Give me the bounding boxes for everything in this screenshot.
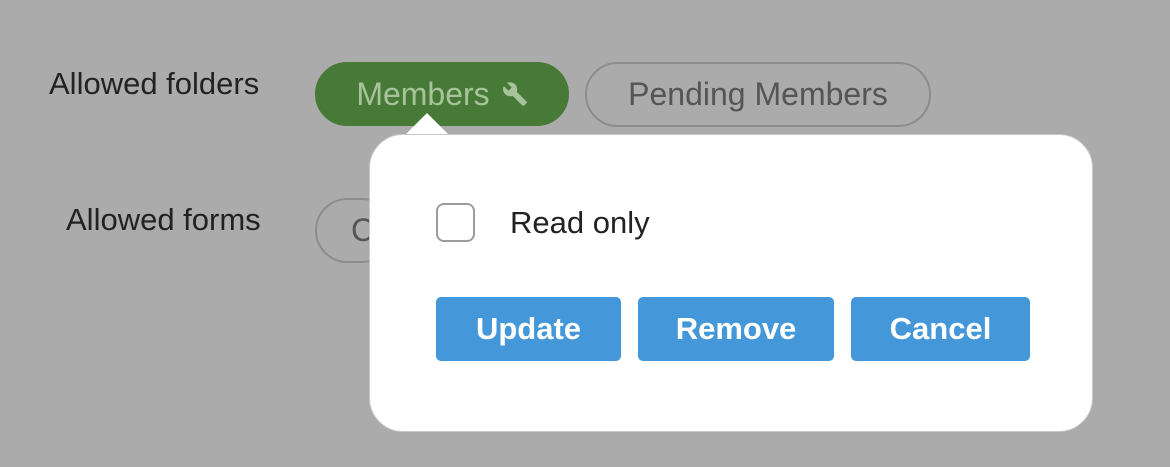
popover-arrow: [405, 113, 449, 135]
read-only-checkbox[interactable]: [436, 203, 475, 242]
members-chip-label: Members: [356, 75, 490, 112]
allowed-forms-label: Allowed forms: [66, 202, 261, 237]
read-only-label: Read only: [510, 204, 650, 240]
wrench-icon: [502, 81, 528, 107]
allowed-folders-label: Allowed folders: [49, 66, 260, 101]
pending-members-chip-label: Pending Members: [628, 76, 888, 112]
read-only-row[interactable]: Read only: [436, 203, 650, 242]
cancel-button[interactable]: Cancel: [851, 297, 1030, 361]
update-button[interactable]: Update: [436, 297, 621, 361]
permissions-popover: Read only Update Remove Cancel: [369, 134, 1093, 432]
popover-actions: Update Remove Cancel: [436, 297, 1030, 361]
remove-button[interactable]: Remove: [638, 297, 834, 361]
pending-members-chip[interactable]: Pending Members: [585, 62, 931, 127]
